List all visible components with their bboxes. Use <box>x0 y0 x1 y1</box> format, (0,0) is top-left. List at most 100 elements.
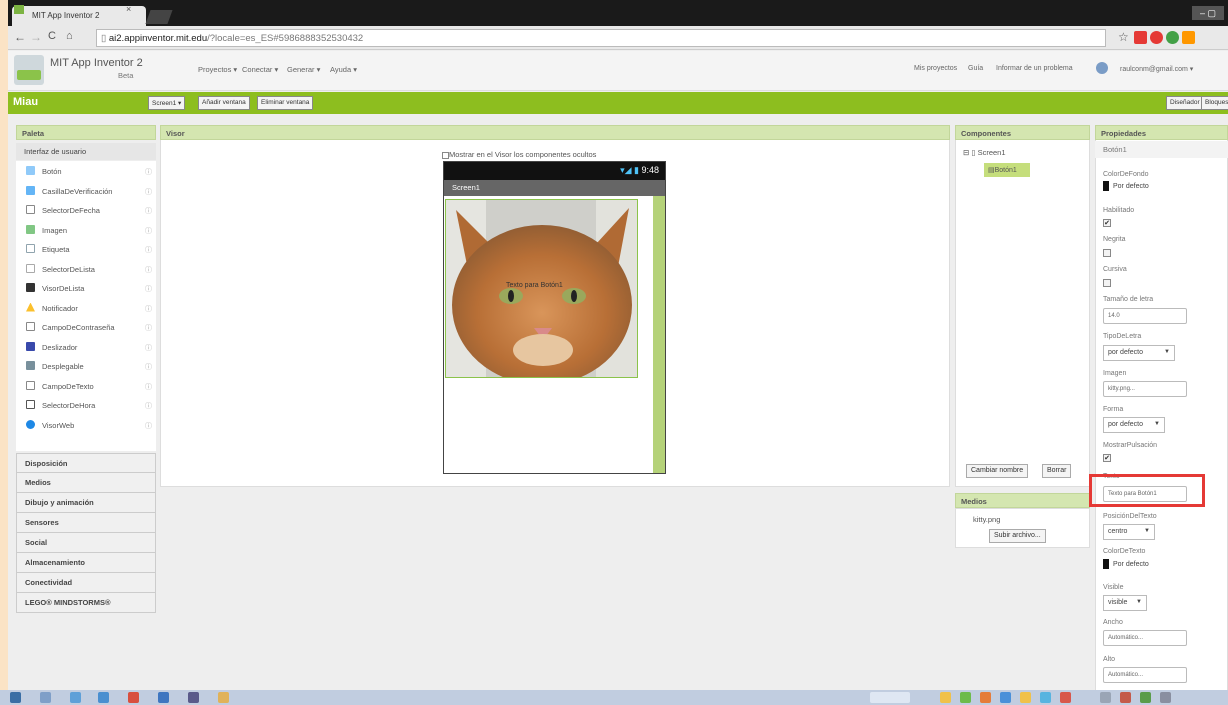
palette-category-lego[interactable]: LEGO® MINDSTORMS® <box>16 593 156 613</box>
rename-button[interactable]: Cambiar nombre <box>966 464 1029 478</box>
tree-item-button1[interactable]: ▤Botón1 <box>984 163 1030 177</box>
palette-category-user-interface[interactable]: Interfaz de usuario <box>16 143 156 160</box>
extension-icon[interactable] <box>1134 31 1147 44</box>
taskbar-app-icon[interactable] <box>98 692 109 703</box>
help-icon[interactable]: ⓘ <box>145 245 152 255</box>
home-icon[interactable]: ⌂ <box>66 30 73 42</box>
font-type-select[interactable]: por defecto ▼ <box>1103 345 1175 361</box>
tray-icon[interactable] <box>1100 692 1111 703</box>
text-color-value[interactable]: Por defecto <box>1113 561 1149 568</box>
palette-category-storage[interactable]: Almacenamiento <box>16 553 156 573</box>
phone-scrollbar[interactable] <box>653 196 665 473</box>
palette-category-layout[interactable]: Disposición <box>16 453 156 473</box>
help-icon[interactable]: ⓘ <box>145 362 152 372</box>
help-icon[interactable]: ⓘ <box>145 187 152 197</box>
taskbar-app-icon[interactable] <box>218 692 229 703</box>
palette-item-button[interactable]: Botón ⓘ <box>16 161 156 181</box>
delete-button[interactable]: Borrar <box>1042 464 1072 478</box>
palette-item-datepicker[interactable]: SelectorDeFecha ⓘ <box>16 200 156 220</box>
taskbar-app-icon[interactable] <box>70 692 81 703</box>
palette-item-listview[interactable]: VisorDeLista ⓘ <box>16 278 156 298</box>
help-icon[interactable]: ⓘ <box>145 206 152 216</box>
help-icon[interactable]: ⓘ <box>145 304 152 314</box>
palette-item-checkbox[interactable]: CasillaDeVerificación ⓘ <box>16 181 156 201</box>
help-icon[interactable]: ⓘ <box>145 421 152 431</box>
taskbar-language-icon[interactable] <box>870 692 910 703</box>
designer-button[interactable]: Diseñador <box>1166 96 1204 110</box>
palette-category-drawing[interactable]: Dibujo y animación <box>16 493 156 513</box>
window-controls[interactable]: – ▢ <box>1192 6 1224 20</box>
checkbox-box[interactable] <box>442 151 449 159</box>
menu-proyectos[interactable]: Proyectos ▾ <box>198 65 237 74</box>
address-bar[interactable]: ▯ ai2.appinventor.mit.edu/?locale=es_ES#… <box>96 29 1106 47</box>
help-icon[interactable]: ⓘ <box>145 226 152 236</box>
palette-category-media[interactable]: Medios <box>16 473 156 493</box>
tray-icon[interactable] <box>1160 692 1171 703</box>
tree-item-screen1[interactable]: ⊟ ▯ Screen1 <box>963 148 1006 157</box>
font-size-input[interactable]: 14.0 <box>1103 308 1187 324</box>
palette-item-label[interactable]: Etiqueta ⓘ <box>16 239 156 259</box>
palette-item-webviewer[interactable]: VisorWeb ⓘ <box>16 415 156 435</box>
help-icon[interactable]: ⓘ <box>145 284 152 294</box>
rss-icon[interactable] <box>1182 31 1195 44</box>
blocks-button[interactable]: Bloques <box>1201 96 1228 110</box>
text-align-select[interactable]: centro ▼ <box>1103 524 1155 540</box>
bookmark-star-icon[interactable]: ☆ <box>1118 30 1129 44</box>
width-input[interactable]: Automático... <box>1103 630 1187 646</box>
help-icon[interactable]: ⓘ <box>145 265 152 275</box>
show-hidden-checkbox[interactable]: Mostrar en el Visor los componentes ocul… <box>442 150 596 159</box>
enabled-checkbox[interactable]: ✔ <box>1103 219 1111 227</box>
bg-color-swatch[interactable] <box>1103 181 1109 191</box>
screen-select-button[interactable]: Screen1 ▾ <box>148 96 186 110</box>
palette-item-passwordbox[interactable]: CampoDeContraseña ⓘ <box>16 317 156 337</box>
button-cat-image[interactable]: Texto para Botón1 <box>445 199 638 378</box>
taskbar-app-icon[interactable] <box>128 692 139 703</box>
user-account-menu[interactable]: raulconm@gmail.com ▾ <box>1120 65 1193 73</box>
bg-color-value[interactable]: Por defecto <box>1113 183 1149 190</box>
palette-item-spinner[interactable]: Desplegable ⓘ <box>16 356 156 376</box>
show-feedback-checkbox[interactable]: ✔ <box>1103 454 1111 462</box>
media-file[interactable]: kitty.png <box>973 515 1000 524</box>
back-icon[interactable]: ← <box>14 30 26 44</box>
reload-icon[interactable]: C <box>48 30 56 42</box>
help-icon[interactable]: ⓘ <box>145 343 152 353</box>
help-icon[interactable]: ⓘ <box>145 382 152 392</box>
tray-icon[interactable] <box>1000 692 1011 703</box>
menu-ayuda[interactable]: Ayuda ▾ <box>330 65 357 74</box>
image-input[interactable]: kitty.png... <box>1103 381 1187 397</box>
text-color-swatch[interactable] <box>1103 559 1109 569</box>
help-icon[interactable]: ⓘ <box>145 167 152 177</box>
menu-generar[interactable]: Generar ▾ <box>287 65 320 74</box>
bold-checkbox[interactable] <box>1103 249 1111 257</box>
palette-item-textbox[interactable]: CampoDeTexto ⓘ <box>16 376 156 396</box>
tray-icon[interactable] <box>1120 692 1131 703</box>
tray-icon[interactable] <box>1140 692 1151 703</box>
language-globe-icon[interactable] <box>1096 62 1108 74</box>
guide-link[interactable]: Guía <box>968 65 983 72</box>
tray-icon[interactable] <box>1020 692 1031 703</box>
palette-category-connectivity[interactable]: Conectividad <box>16 573 156 593</box>
palette-category-sensors[interactable]: Sensores <box>16 513 156 533</box>
app-inventor-logo-icon[interactable] <box>14 55 44 85</box>
tray-icon[interactable] <box>1060 692 1071 703</box>
taskbar-app-icon[interactable] <box>188 692 199 703</box>
report-problem-link[interactable]: Informar de un problema <box>996 65 1073 72</box>
remove-window-button[interactable]: Eliminar ventana <box>257 96 314 110</box>
palette-category-social[interactable]: Social <box>16 533 156 553</box>
palette-item-listpicker[interactable]: SelectorDeLista ⓘ <box>16 259 156 279</box>
shape-select[interactable]: por defecto ▼ <box>1103 417 1165 433</box>
tray-icon[interactable] <box>980 692 991 703</box>
add-window-button[interactable]: Añadir ventana <box>198 96 250 110</box>
tray-icon[interactable] <box>940 692 951 703</box>
taskbar-app-icon[interactable] <box>158 692 169 703</box>
taskbar-app-icon[interactable] <box>40 692 51 703</box>
palette-item-timepicker[interactable]: SelectorDeHora ⓘ <box>16 395 156 415</box>
start-icon[interactable] <box>10 692 21 703</box>
my-projects-link[interactable]: Mis proyectos <box>914 65 957 72</box>
palette-item-image[interactable]: Imagen ⓘ <box>16 220 156 240</box>
upload-file-button[interactable]: Subir archivo... <box>989 529 1046 543</box>
help-icon[interactable]: ⓘ <box>145 323 152 333</box>
italic-checkbox[interactable] <box>1103 279 1111 287</box>
tray-icon[interactable] <box>960 692 971 703</box>
close-tab-icon[interactable]: × <box>126 4 131 14</box>
